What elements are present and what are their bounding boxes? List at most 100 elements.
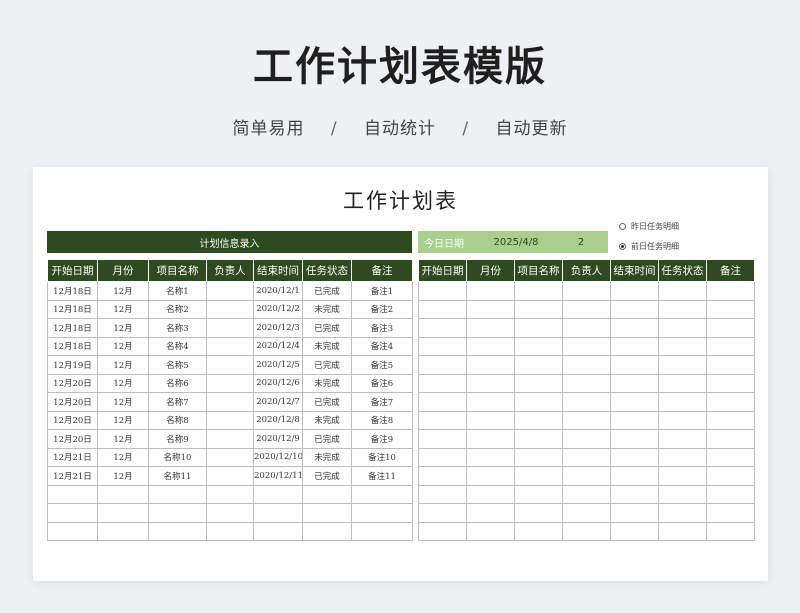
table-cell[interactable]: 备注3 — [351, 318, 413, 338]
table-cell[interactable]: 未完成 — [302, 299, 352, 319]
table-cell[interactable]: 2020/12/4 — [253, 336, 303, 356]
table-cell[interactable] — [97, 484, 149, 504]
radio-yesterday-details[interactable]: 昨日任务明细 — [619, 220, 679, 232]
table-cell[interactable]: 2020/12/3 — [253, 318, 303, 338]
table-cell[interactable] — [206, 373, 254, 393]
table-cell[interactable]: 已完成 — [302, 281, 352, 301]
table-cell[interactable]: 2020/12/2 — [253, 299, 303, 319]
table-cell[interactable]: 名称2 — [148, 299, 207, 319]
table-cell[interactable] — [206, 410, 254, 430]
table-cell[interactable] — [206, 281, 254, 301]
table-cell[interactable] — [206, 336, 254, 356]
table-cell[interactable]: 2020/12/10 — [253, 447, 303, 467]
table-cell[interactable] — [351, 503, 413, 523]
table-cell[interactable] — [148, 521, 207, 541]
table-cell[interactable]: 名称4 — [148, 336, 207, 356]
table-cell[interactable]: 已完成 — [302, 429, 352, 449]
table-cell[interactable]: 12月20日 — [47, 392, 98, 412]
table-cell[interactable]: 12月 — [97, 466, 149, 486]
table-cell[interactable]: 12月 — [97, 410, 149, 430]
table-cell[interactable] — [206, 299, 254, 319]
table-cell[interactable] — [253, 503, 303, 523]
table-cell[interactable]: 名称8 — [148, 410, 207, 430]
table-cell[interactable]: 12月20日 — [47, 410, 98, 430]
table-cell[interactable]: 12月21日 — [47, 466, 98, 486]
table-cell[interactable]: 2020/12/11 — [253, 466, 303, 486]
table-cell[interactable] — [47, 521, 98, 541]
table-cell[interactable]: 名称1 — [148, 281, 207, 301]
table-cell[interactable]: 12月18日 — [47, 281, 98, 301]
table-cell[interactable] — [206, 503, 254, 523]
table-cell[interactable] — [97, 503, 149, 523]
table-cell[interactable]: 未完成 — [302, 336, 352, 356]
table-cell[interactable]: 2020/12/6 — [253, 373, 303, 393]
table-cell[interactable] — [206, 318, 254, 338]
table-cell[interactable] — [47, 503, 98, 523]
table-cell[interactable]: 名称10 — [148, 447, 207, 467]
table-cell[interactable]: 12月18日 — [47, 336, 98, 356]
table-cell[interactable]: 备注11 — [351, 466, 413, 486]
table-cell[interactable]: 已完成 — [302, 318, 352, 338]
table-cell[interactable]: 备注6 — [351, 373, 413, 393]
table-cell[interactable]: 12月 — [97, 336, 149, 356]
radio-checked-icon[interactable] — [619, 242, 626, 250]
table-cell[interactable]: 备注5 — [351, 355, 413, 375]
table-cell[interactable]: 2020/12/8 — [253, 410, 303, 430]
table-cell[interactable]: 12月 — [97, 355, 149, 375]
table-cell[interactable]: 备注9 — [351, 429, 413, 449]
table-cell[interactable]: 名称11 — [148, 466, 207, 486]
table-cell[interactable]: 备注4 — [351, 336, 413, 356]
today-date-value[interactable]: 2025/4/8 — [476, 237, 556, 248]
table-cell[interactable] — [206, 484, 254, 504]
table-cell[interactable]: 备注10 — [351, 447, 413, 467]
table-cell[interactable]: 12月18日 — [47, 318, 98, 338]
table-cell[interactable]: 12月20日 — [47, 429, 98, 449]
table-cell[interactable] — [302, 521, 352, 541]
table-cell[interactable] — [206, 521, 254, 541]
table-cell[interactable] — [302, 503, 352, 523]
table-cell[interactable]: 名称3 — [148, 318, 207, 338]
table-cell[interactable]: 12月18日 — [47, 299, 98, 319]
table-cell[interactable] — [302, 484, 352, 504]
table-cell[interactable] — [253, 521, 303, 541]
table-cell[interactable]: 12月 — [97, 373, 149, 393]
radio-unchecked-icon[interactable] — [619, 222, 626, 230]
table-cell[interactable]: 2020/12/1 — [253, 281, 303, 301]
table-cell[interactable] — [148, 484, 207, 504]
table-cell[interactable]: 未完成 — [302, 373, 352, 393]
table-cell[interactable]: 2020/12/5 — [253, 355, 303, 375]
table-cell[interactable]: 已完成 — [302, 355, 352, 375]
table-cell[interactable]: 2020/12/9 — [253, 429, 303, 449]
table-cell[interactable]: 2020/12/7 — [253, 392, 303, 412]
table-cell[interactable]: 备注1 — [351, 281, 413, 301]
table-cell[interactable] — [206, 466, 254, 486]
table-cell[interactable]: 12月 — [97, 318, 149, 338]
table-cell[interactable] — [206, 392, 254, 412]
table-cell[interactable]: 备注2 — [351, 299, 413, 319]
table-cell[interactable]: 12月19日 — [47, 355, 98, 375]
table-cell[interactable] — [47, 484, 98, 504]
table-cell[interactable]: 名称9 — [148, 429, 207, 449]
table-cell[interactable]: 名称7 — [148, 392, 207, 412]
table-cell[interactable]: 备注7 — [351, 392, 413, 412]
table-cell[interactable]: 已完成 — [302, 392, 352, 412]
table-cell[interactable] — [148, 503, 207, 523]
table-cell[interactable]: 名称5 — [148, 355, 207, 375]
table-cell[interactable]: 未完成 — [302, 410, 352, 430]
table-cell[interactable] — [351, 521, 413, 541]
table-cell[interactable]: 未完成 — [302, 447, 352, 467]
table-cell[interactable]: 名称6 — [148, 373, 207, 393]
table-cell[interactable] — [206, 429, 254, 449]
table-cell[interactable]: 12月20日 — [47, 373, 98, 393]
table-cell[interactable] — [253, 484, 303, 504]
table-cell[interactable]: 12月21日 — [47, 447, 98, 467]
table-cell[interactable] — [97, 521, 149, 541]
radio-day-before-details[interactable]: 前日任务明细 — [619, 240, 679, 252]
table-cell[interactable] — [206, 355, 254, 375]
table-cell[interactable]: 备注8 — [351, 410, 413, 430]
table-cell[interactable]: 12月 — [97, 281, 149, 301]
table-cell[interactable] — [351, 484, 413, 504]
table-cell[interactable]: 已完成 — [302, 466, 352, 486]
table-cell[interactable]: 12月 — [97, 299, 149, 319]
table-cell[interactable]: 12月 — [97, 447, 149, 467]
